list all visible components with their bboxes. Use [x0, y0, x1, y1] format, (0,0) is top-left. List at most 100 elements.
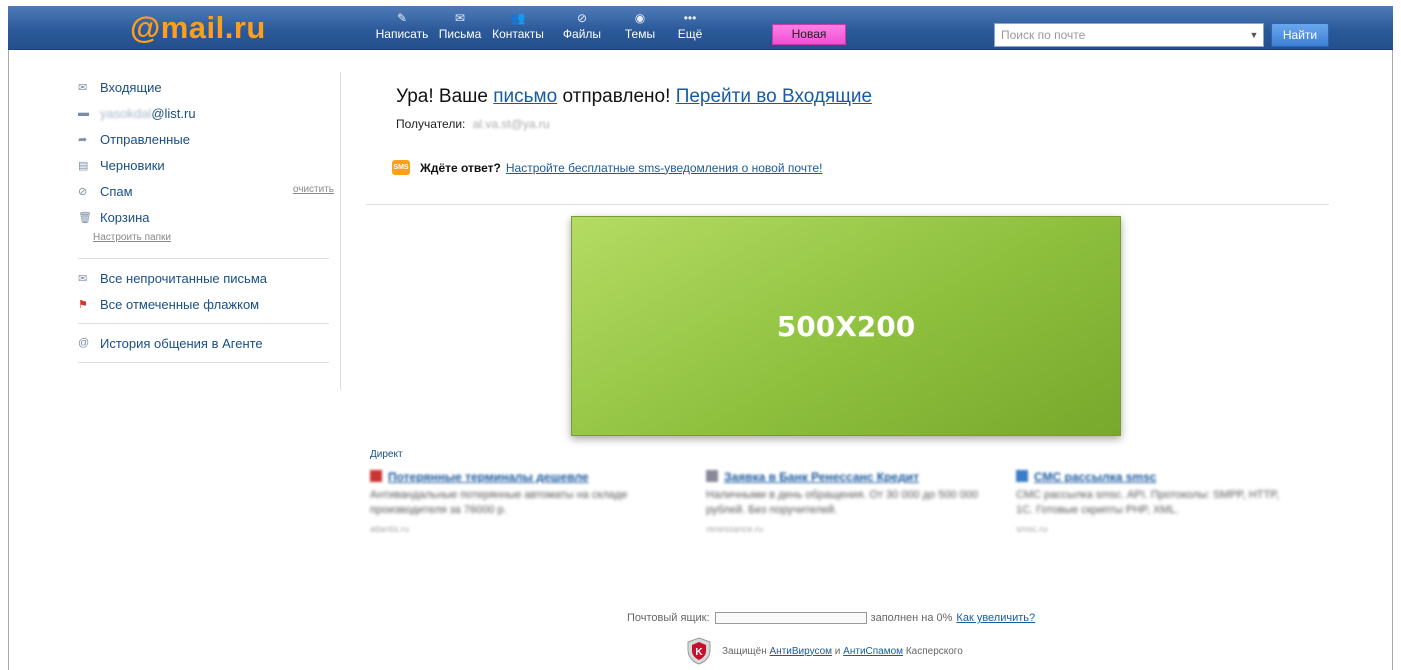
ad-title[interactable]: СМС рассылка smsc: [1016, 470, 1296, 484]
nav-more[interactable]: ••• Ещё: [666, 9, 714, 41]
direct-ad-1[interactable]: Потерянные терминалы дешевле Антивандаль…: [370, 470, 670, 534]
headline-text-2: отправлено!: [562, 86, 671, 107]
agent-history-label: История общения в Агенте: [100, 335, 263, 351]
ad-favicon-icon: [706, 470, 718, 482]
nav-files-label: Файлы: [562, 27, 602, 41]
folder-spam[interactable]: ⊘ Спам очистить: [78, 178, 340, 204]
sms-icon: SMS: [392, 160, 410, 175]
ad-url[interactable]: smsc.ru: [1016, 524, 1296, 534]
filter-unread-label: Все непрочитанные письма: [100, 270, 267, 286]
folder-drafts[interactable]: ▤ Черновики: [78, 152, 340, 178]
increase-quota-link[interactable]: Как увеличить?: [956, 612, 1035, 624]
chevron-down-icon[interactable]: ▼: [1245, 24, 1263, 46]
direct-ad-2[interactable]: Заявка в Банк Ренессанс Кредит Наличными…: [706, 470, 1006, 534]
folder-sidebar: ✉ Входящие ▬ yasokdal @list.ru ➦ Отправле…: [78, 74, 340, 369]
folder-trash-label: Корзина: [100, 209, 150, 225]
sms-question: Ждёте ответ?: [420, 160, 501, 175]
envelope-icon: ✉: [78, 81, 88, 94]
spam-clear-link[interactable]: очистить: [293, 184, 334, 195]
search-button[interactable]: Найти: [1271, 23, 1329, 47]
trash-icon: 🗑: [78, 211, 92, 224]
agent-history[interactable]: @ История общения в Агенте: [78, 330, 340, 356]
recipients-label: Получатели:: [396, 117, 466, 131]
nav-contacts-label: Контакты: [492, 27, 544, 41]
ad-title[interactable]: Потерянные терминалы дешевле: [370, 470, 670, 484]
nav-contacts[interactable]: 👥 Контакты: [486, 9, 550, 41]
filter-flagged[interactable]: ⚑ Все отмеченные флажком: [78, 291, 340, 317]
ad-title-text: СМС рассылка smsc: [1034, 470, 1157, 484]
ad-favicon-icon: [1016, 470, 1028, 482]
protect-text-2: Касперского: [905, 645, 963, 657]
ad-title-text: Потерянные терминалы дешевле: [388, 470, 589, 484]
content-divider: [366, 204, 1329, 205]
setup-folders-link[interactable]: Настроить папки: [93, 230, 340, 252]
more-icon: •••: [683, 11, 697, 25]
unread-envelope-icon: ✉: [78, 272, 88, 285]
ad-title-text: Заявка в Банк Ренессанс Кредит: [724, 470, 919, 484]
main-nav: ✎ Написать ✉ Письма 👥 Контакты ⊘ Файлы ◉…: [370, 9, 714, 41]
nav-more-label: Ещё: [677, 27, 703, 41]
nav-compose[interactable]: ✎ Написать: [370, 9, 434, 41]
direct-label[interactable]: Директ: [370, 449, 403, 460]
ad-favicon-icon: [370, 470, 382, 482]
folder-trash[interactable]: 🗑 Корзина: [78, 204, 340, 230]
divider: [78, 323, 329, 324]
sidebar-divider: [340, 72, 341, 390]
kaspersky-protection: K Защищён АнтиВирусом и АнтиСпамом Каспе…: [686, 637, 963, 665]
contacts-icon: 👥: [510, 11, 526, 25]
folder-account[interactable]: ▬ yasokdal @list.ru: [78, 100, 340, 126]
filter-unread[interactable]: ✉ Все непрочитанные письма: [78, 265, 340, 291]
ad-text: Наличными в день обращения. От 30 000 до…: [706, 489, 979, 516]
folder-spam-label: Спам: [100, 183, 133, 199]
protect-text-1: Защищён: [722, 645, 767, 657]
nav-letters-label: Письма: [438, 27, 482, 41]
sent-confirmation-title: Ура! Ваше письмо отправлено! Перейти во …: [396, 86, 872, 108]
recipients-line: Получатели: al.va.st@ya.ru: [396, 117, 872, 131]
ad-banner[interactable]: 500X200: [571, 216, 1121, 436]
kaspersky-shield-icon: K: [687, 637, 711, 665]
nav-themes[interactable]: ◉ Темы: [614, 9, 666, 41]
mailru-logo[interactable]: @mail.ru: [130, 10, 266, 46]
account-name-blurred: yasokdal: [100, 105, 152, 121]
main-content: Ура! Ваше письмо отправлено! Перейти во …: [392, 86, 872, 175]
new-version-button[interactable]: Новая: [772, 24, 846, 45]
top-navigation-bar: @mail.ru ✎ Написать ✉ Письма 👥 Контакты …: [8, 6, 1393, 50]
palette-icon: ◉: [634, 11, 646, 25]
divider: [78, 362, 329, 363]
direct-ad-3[interactable]: СМС рассылка smsc СМС рассылка smsc. API…: [1016, 470, 1296, 534]
paperclip-icon: ⊘: [576, 11, 588, 25]
ad-title[interactable]: Заявка в Банк Ренессанс Кредит: [706, 470, 1006, 484]
ad-url[interactable]: atlantis.ru: [370, 524, 670, 534]
nav-letters[interactable]: ✉ Письма: [434, 9, 486, 41]
nav-files[interactable]: ⊘ Файлы: [550, 9, 614, 41]
folder-inbox-label: Входящие: [100, 79, 162, 95]
folder-inbox[interactable]: ✉ Входящие: [78, 74, 340, 100]
quota-progress-bar: [714, 612, 867, 624]
antivirus-link[interactable]: АнтиВирусом: [770, 646, 833, 657]
folder-drafts-label: Черновики: [100, 157, 165, 173]
nav-compose-label: Написать: [375, 27, 429, 41]
antispam-link[interactable]: АнтиСпамом: [843, 646, 903, 657]
go-to-inbox-link[interactable]: Перейти во Входящие: [676, 86, 872, 107]
document-icon: ▤: [78, 159, 89, 172]
ad-url[interactable]: renessance.ru: [706, 524, 1006, 534]
ban-icon: ⊘: [78, 185, 88, 198]
sms-setup-link[interactable]: Настройте бесплатные sms-уведомления о н…: [506, 161, 823, 175]
quota-label: Почтовый ящик:: [627, 612, 710, 624]
recipients-value: al.va.st@ya.ru: [472, 117, 550, 131]
mailbox-quota: Почтовый ящик: заполнен на 0% Как увелич…: [627, 612, 1035, 624]
flag-icon: ⚑: [78, 298, 88, 311]
search-input[interactable]: Поиск по почте ▼: [994, 23, 1264, 47]
nav-themes-label: Темы: [624, 27, 656, 41]
divider: [78, 258, 329, 259]
arrow-sent-icon: ➦: [78, 133, 88, 146]
folder-sent[interactable]: ➦ Отправленные: [78, 126, 340, 152]
folder-icon: ▬: [78, 107, 89, 119]
view-letter-link[interactable]: письмо: [493, 86, 557, 107]
svg-text:K: K: [695, 647, 703, 658]
pen-icon: ✎: [396, 11, 408, 25]
ad-text: Антивандальные потерянные автоматы на ск…: [370, 489, 628, 516]
banner-text: 500X200: [776, 309, 916, 343]
headline-text-1: Ура! Ваше: [396, 86, 488, 107]
envelope-icon: ✉: [454, 11, 466, 25]
